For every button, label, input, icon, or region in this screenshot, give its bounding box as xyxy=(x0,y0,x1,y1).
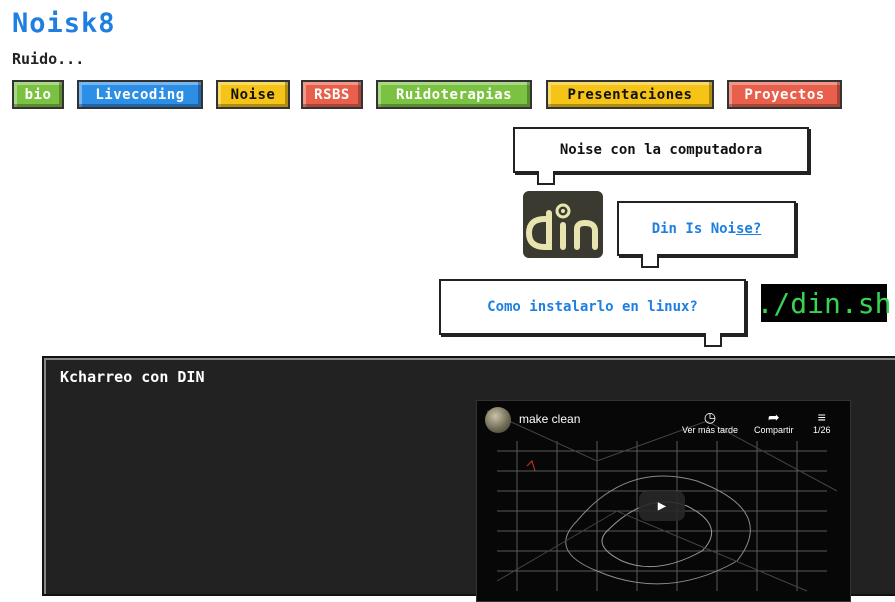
video-title[interactable]: make clean xyxy=(519,412,580,426)
nav-rsbs-button[interactable]: RSBS xyxy=(301,80,363,109)
install-link-text: Como instalarlo en linux? xyxy=(487,299,698,315)
site-title[interactable]: Noisk8 xyxy=(12,8,116,39)
nav-bio-button[interactable]: bio xyxy=(12,80,64,109)
din-link-text-a: Din Is Noi xyxy=(651,220,736,237)
playlist-count: 1/26 xyxy=(813,425,831,435)
play-icon: ▶ xyxy=(657,498,667,514)
clock-icon: ◷ xyxy=(703,409,717,425)
nav-presentaciones-button[interactable]: Presentaciones xyxy=(546,80,714,109)
bubble-tail xyxy=(704,333,722,347)
din-is-noise-link[interactable]: Din Is Noise? xyxy=(652,221,762,237)
youtube-embed[interactable]: make clean ◷ Ver más tarde ➦ Compartir ≡… xyxy=(476,400,851,602)
din-link-text-b: se? xyxy=(736,220,762,237)
share-button[interactable]: ➦ Compartir xyxy=(754,409,794,435)
channel-avatar[interactable] xyxy=(485,407,511,433)
bubble-tail xyxy=(641,254,659,268)
din-logo[interactable]: din xyxy=(523,191,603,258)
din-sh-image[interactable]: ./din.sh xyxy=(757,284,891,322)
din-is-noise-bubble: Din Is Noise? xyxy=(617,201,796,268)
install-linux-link[interactable]: Como instalarlo en linux? xyxy=(487,299,698,315)
nav-ruidoterapias-button[interactable]: Ruidoterapias xyxy=(376,80,532,109)
bubble-tail xyxy=(537,171,555,185)
din-logo-icon xyxy=(525,203,598,250)
install-linux-bubble: Como instalarlo en linux? xyxy=(439,279,746,347)
watch-later-label: Ver más tarde xyxy=(682,425,739,435)
nav-proyectos-button[interactable]: Proyectos xyxy=(727,80,842,109)
panel-title: Kcharreo con DIN xyxy=(60,368,205,386)
noise-speech-bubble: Noise con la computadora xyxy=(513,127,809,185)
nav-livecoding-button[interactable]: Livecoding xyxy=(77,80,203,109)
noise-bubble-text: Noise con la computadora xyxy=(559,142,763,158)
playlist-button[interactable]: ≡ 1/26 xyxy=(813,409,831,435)
kcharreo-panel: Kcharreo con DIN make clean ◷ Ver más ta… xyxy=(42,356,895,602)
watch-later-button[interactable]: ◷ Ver más tarde xyxy=(682,409,738,435)
share-arrow-icon: ➦ xyxy=(767,409,780,425)
playlist-icon: ≡ xyxy=(817,409,826,425)
site-tagline: Ruido... xyxy=(12,50,85,68)
share-label: Compartir xyxy=(754,425,794,435)
play-button[interactable]: ▶ xyxy=(639,491,685,521)
nav-noise-button[interactable]: Noise xyxy=(216,80,290,109)
